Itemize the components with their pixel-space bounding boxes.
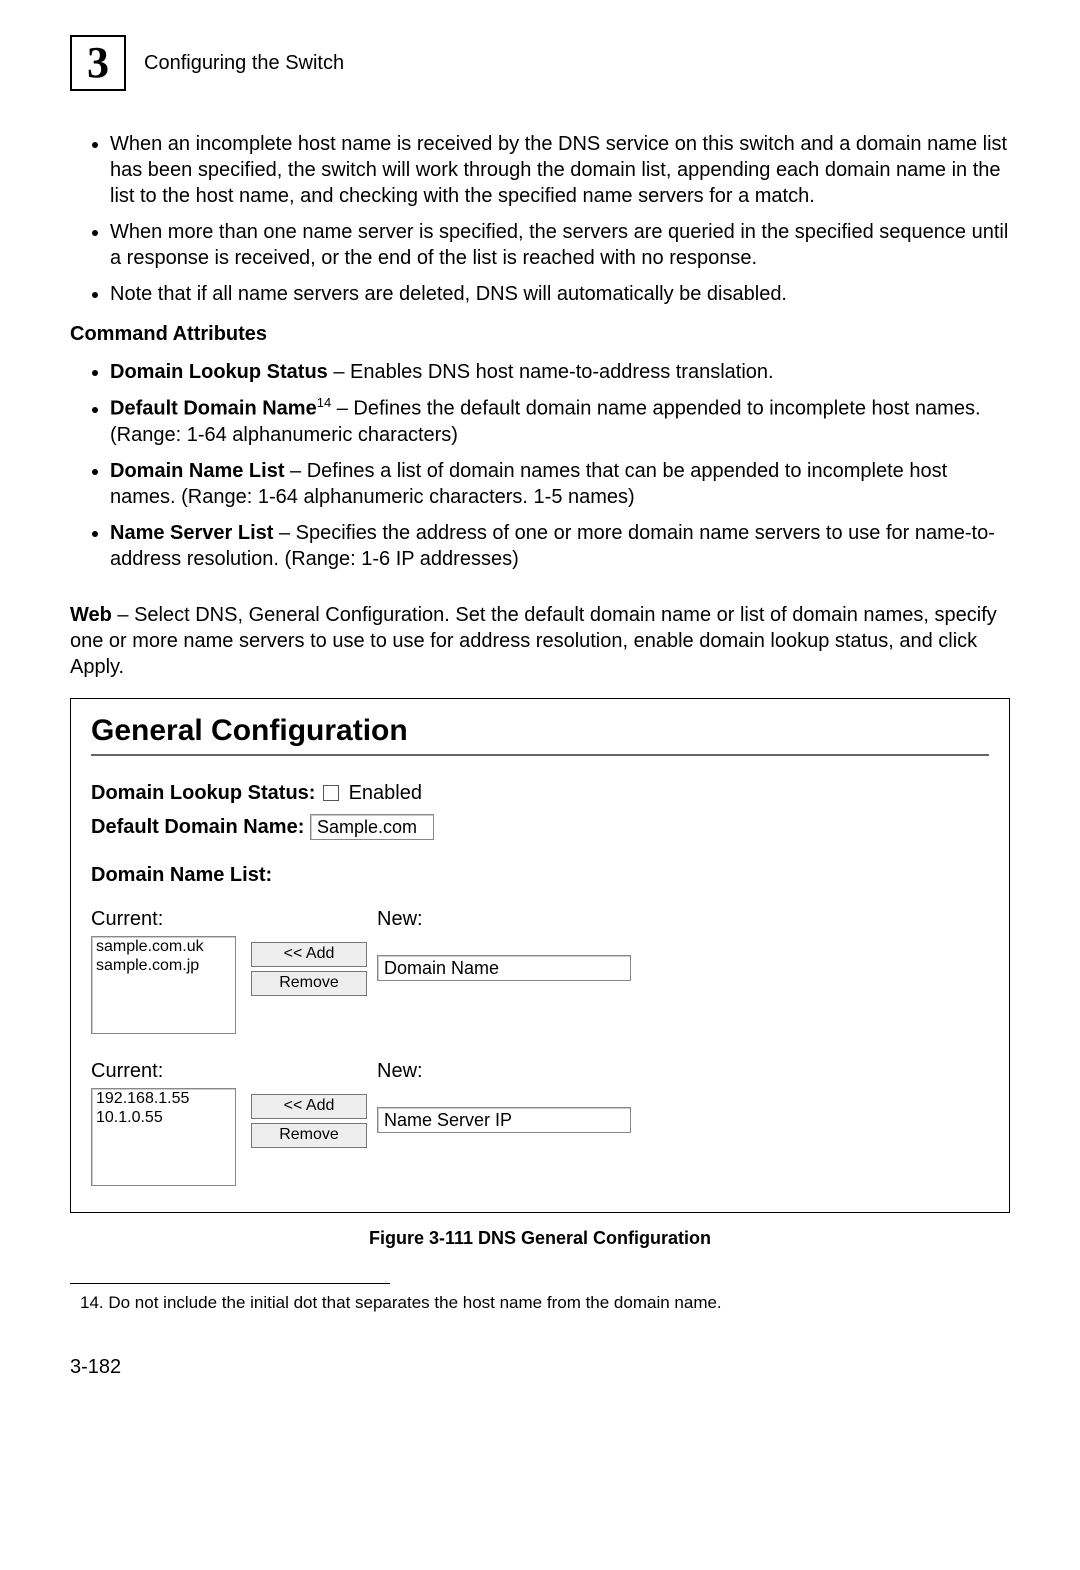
list-item: Note that if all name servers are delete… [110, 281, 1010, 307]
figure-caption: Figure 3-111 DNS General Configuration [70, 1227, 1010, 1250]
footnote-rule [70, 1283, 390, 1284]
command-attributes-list: Domain Lookup Status – Enables DNS host … [70, 359, 1010, 572]
list-item[interactable]: 192.168.1.55 [96, 1090, 231, 1108]
footnote-text: 14. Do not include the initial dot that … [80, 1292, 1010, 1314]
divider [91, 754, 989, 756]
list-item: Name Server List – Specifies the address… [110, 520, 1010, 572]
domain-list-editor: Current: sample.com.uk sample.com.jp << … [91, 906, 989, 1034]
domain-current-listbox[interactable]: sample.com.uk sample.com.jp [91, 936, 236, 1034]
current-label: Current: [91, 906, 241, 932]
domain-name-input[interactable]: Domain Name [377, 955, 631, 981]
list-item: Domain Name List – Defines a list of dom… [110, 458, 1010, 510]
web-instructions: Web – Select DNS, General Configuration.… [70, 602, 1010, 680]
name-server-editor: Current: 192.168.1.55 10.1.0.55 << Add R… [91, 1058, 989, 1186]
remove-ns-button[interactable]: Remove [251, 1123, 367, 1148]
intro-bullet-list: When an incomplete host name is received… [70, 131, 1010, 307]
attr-label: Domain Name List [110, 460, 284, 482]
attr-label: Default Domain Name [110, 398, 317, 420]
list-item: When an incomplete host name is received… [110, 131, 1010, 209]
current-label: Current: [91, 1058, 241, 1084]
default-domain-input[interactable]: Sample.com [310, 814, 434, 840]
list-item: Domain Lookup Status – Enables DNS host … [110, 359, 1010, 385]
name-server-ip-input[interactable]: Name Server IP [377, 1107, 631, 1133]
config-panel: General Configuration Domain Lookup Stat… [70, 698, 1010, 1214]
default-domain-label: Default Domain Name: [91, 816, 304, 838]
ns-current-listbox[interactable]: 192.168.1.55 10.1.0.55 [91, 1088, 236, 1186]
section-title: Configuring the Switch [144, 50, 344, 76]
attr-label: Name Server List [110, 522, 273, 544]
list-item[interactable]: 10.1.0.55 [96, 1109, 231, 1127]
command-attributes-heading: Command Attributes [70, 321, 1010, 347]
list-item[interactable]: sample.com.jp [96, 957, 231, 975]
page-header: 3 Configuring the Switch [70, 35, 1010, 91]
list-item: Default Domain Name14 – Defines the defa… [110, 395, 1010, 448]
attr-label: Domain Lookup Status [110, 361, 328, 383]
new-label: New: [377, 1058, 631, 1084]
new-label: New: [377, 906, 631, 932]
list-item[interactable]: sample.com.uk [96, 938, 231, 956]
remove-domain-button[interactable]: Remove [251, 971, 367, 996]
chapter-number-badge: 3 [70, 35, 126, 91]
page-number: 3-182 [70, 1354, 1010, 1380]
list-item: When more than one name server is specif… [110, 219, 1010, 271]
add-ns-button[interactable]: << Add [251, 1094, 367, 1119]
web-label: Web [70, 604, 112, 626]
web-text: – Select DNS, General Configuration. Set… [70, 604, 997, 678]
domain-name-list-heading: Domain Name List: [91, 862, 989, 888]
attr-desc: – Enables DNS host name-to-address trans… [328, 361, 774, 383]
footnote-ref: 14 [317, 395, 331, 410]
domain-lookup-label: Domain Lookup Status: [91, 782, 315, 804]
add-domain-button[interactable]: << Add [251, 942, 367, 967]
domain-lookup-checkbox[interactable] [323, 785, 339, 801]
domain-lookup-value: Enabled [349, 782, 422, 804]
panel-title: General Configuration [91, 711, 989, 750]
